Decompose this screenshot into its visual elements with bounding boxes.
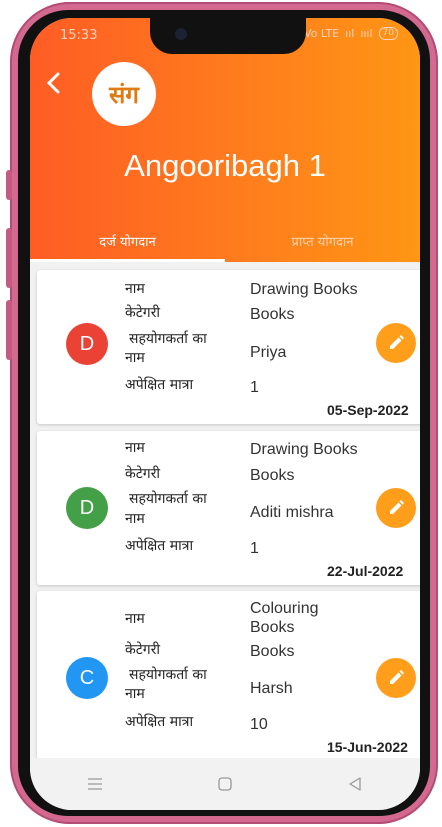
contribution-card[interactable]: D नाम केटेगरी सहयोगकर्ता का नाम अपेक्षित…	[37, 270, 420, 424]
phone-side-button	[6, 170, 12, 200]
contribution-date: 15-Jun-2022	[327, 739, 408, 755]
edit-button[interactable]	[376, 323, 416, 363]
edit-button[interactable]	[376, 658, 416, 698]
menu-icon	[88, 778, 102, 790]
item-name: Drawing Books	[250, 281, 358, 298]
pencil-icon	[390, 670, 404, 684]
name-label: नाम	[125, 440, 145, 456]
system-nav-bar	[30, 758, 420, 810]
home-square-icon	[218, 777, 232, 791]
signal-icon: ıııl	[360, 27, 373, 40]
pencil-icon	[390, 500, 404, 514]
contribution-date: 22-Jul-2022	[327, 563, 404, 579]
tab-received-contributions[interactable]: प्राप्त योगदान	[225, 222, 420, 262]
contributor-name: Aditi mishra	[250, 504, 334, 521]
active-tab-indicator	[30, 259, 225, 262]
contributor-label: सहयोगकर्ता का	[129, 491, 207, 507]
category-label: केटेगरी	[125, 642, 161, 658]
contributor-name: Priya	[250, 344, 287, 361]
back-nav-button[interactable]	[335, 769, 375, 799]
item-category: Books	[250, 467, 295, 484]
category-label: केटेगरी	[125, 466, 161, 482]
app-header: 15:33 Vo LTE ııl ıııl 70 संग Angooribagh…	[30, 18, 420, 262]
expected-quantity: 10	[250, 716, 268, 733]
signal-icon: ııl	[345, 27, 355, 40]
contributor-label-line2: नाम	[125, 350, 145, 366]
avatar: D	[66, 487, 108, 529]
contributor-name: Harsh	[250, 680, 293, 697]
status-icons: Vo LTE ııl ıııl 70	[304, 27, 398, 40]
item-category: Books	[250, 643, 295, 660]
pencil-icon	[390, 335, 404, 349]
contribution-card[interactable]: C नाम केटेगरी सहयोगकर्ता का नाम अपेक्षित…	[37, 591, 420, 759]
app-logo: संग	[92, 62, 156, 126]
contribution-card[interactable]: D नाम केटेगरी सहयोगकर्ता का नाम अपेक्षित…	[37, 431, 420, 585]
item-name: Colouring	[250, 600, 319, 617]
expected-quantity: 1	[250, 540, 259, 557]
home-button[interactable]	[205, 769, 245, 799]
tab-bar: दर्ज योगदान प्राप्त योगदान	[30, 222, 420, 262]
back-triangle-icon	[349, 777, 361, 791]
item-category: Books	[250, 306, 295, 323]
contributor-label: सहयोगकर्ता का	[129, 331, 207, 347]
volte-icon: Vo LTE	[303, 27, 340, 40]
contributor-label: सहयोगकर्ता का	[129, 667, 207, 683]
expected-quantity-label: अपेक्षित मात्रा	[125, 538, 194, 554]
contribution-date: 05-Sep-2022	[327, 402, 409, 418]
category-label: केटेगरी	[125, 305, 161, 321]
battery-icon: 70	[378, 27, 398, 40]
arrow-left-icon	[46, 72, 60, 94]
expected-quantity: 1	[250, 379, 259, 396]
recent-apps-button[interactable]	[75, 769, 115, 799]
phone-side-button	[6, 228, 12, 288]
edit-button[interactable]	[376, 488, 416, 528]
tab-label: दर्ज योगदान	[99, 235, 156, 250]
logo-text: संग	[109, 80, 139, 109]
front-camera	[175, 28, 187, 40]
name-label: नाम	[125, 611, 145, 627]
item-name: Drawing Books	[250, 441, 358, 458]
avatar: C	[66, 657, 108, 699]
tab-registered-contributions[interactable]: दर्ज योगदान	[30, 222, 225, 262]
avatar: D	[66, 323, 108, 365]
expected-quantity-label: अपेक्षित मात्रा	[125, 377, 194, 393]
screen: 15:33 Vo LTE ııl ıııl 70 संग Angooribagh…	[30, 18, 420, 810]
back-button[interactable]	[44, 70, 74, 100]
page-title: Angooribagh 1	[124, 148, 326, 183]
item-name-line2: Books	[250, 619, 295, 636]
status-time: 15:33	[60, 28, 98, 43]
name-label: नाम	[125, 281, 145, 297]
phone-side-button	[6, 300, 12, 360]
contributor-label-line2: नाम	[125, 511, 145, 527]
contributor-label-line2: नाम	[125, 686, 145, 702]
expected-quantity-label: अपेक्षित मात्रा	[125, 714, 194, 730]
camera-notch	[150, 18, 306, 54]
tab-label: प्राप्त योगदान	[291, 235, 354, 250]
